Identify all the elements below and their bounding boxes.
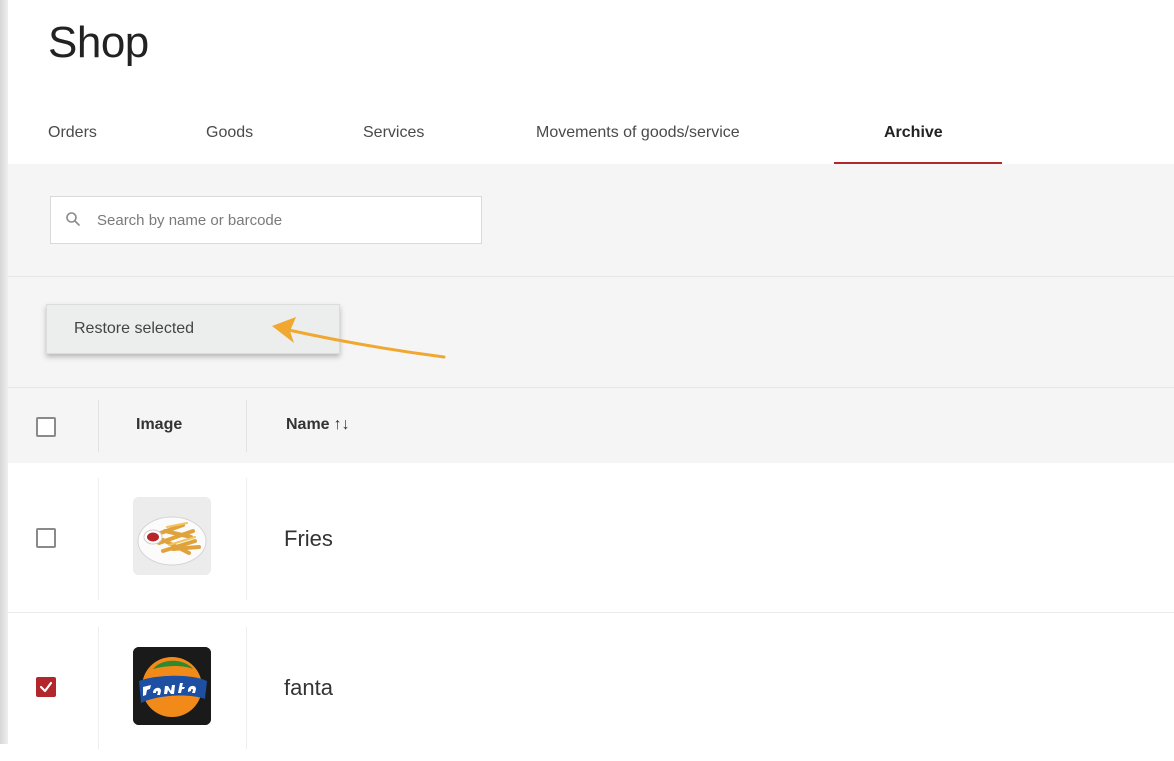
column-divider [246, 478, 247, 600]
column-divider [98, 400, 99, 452]
table-header: Image Name ↑↓ [8, 388, 1174, 463]
row-checkbox[interactable] [36, 677, 56, 697]
column-header-image: Image [136, 416, 183, 433]
column-divider [98, 478, 99, 600]
search-box[interactable] [50, 196, 482, 244]
table-row[interactable]: Fries [8, 464, 1174, 613]
page-title: Shop [48, 18, 149, 67]
page-header: Shop [8, 0, 1174, 103]
bulk-actions-section: Restore selected [8, 277, 1174, 388]
table-row[interactable]: fanta [8, 613, 1174, 761]
select-all-checkbox[interactable] [36, 417, 56, 437]
fanta-logo-icon [133, 647, 211, 725]
column-divider [246, 627, 247, 749]
tab-orders[interactable]: Orders [48, 124, 97, 142]
tab-bar: Orders Goods Services Movements of goods… [8, 102, 1174, 164]
fanta-logo-image [133, 647, 211, 725]
shop-page: Shop Orders Goods Services Movements of … [8, 0, 1174, 761]
product-name: Fries [284, 526, 333, 551]
tab-services[interactable]: Services [363, 124, 424, 142]
sort-icon[interactable]: ↑↓ [334, 416, 350, 434]
fries-image [133, 497, 211, 575]
annotation-arrow-icon [272, 317, 446, 359]
column-divider [98, 627, 99, 749]
restore-selected-label: Restore selected [74, 320, 195, 337]
search-icon [66, 212, 80, 226]
fries-icon [133, 497, 211, 575]
column-header-name[interactable]: Name ↑↓ [286, 416, 350, 434]
column-divider [246, 400, 247, 452]
tab-archive[interactable]: Archive [884, 124, 943, 142]
product-name: fanta [284, 675, 333, 700]
row-checkbox[interactable] [36, 528, 56, 548]
checkmark-icon [39, 681, 53, 693]
search-input[interactable] [97, 197, 467, 243]
search-section [8, 164, 1174, 277]
column-header-name-label: Name [286, 416, 330, 433]
tab-movements[interactable]: Movements of goods/service [536, 124, 740, 142]
tab-goods[interactable]: Goods [206, 124, 253, 142]
window-left-edge [0, 0, 8, 744]
